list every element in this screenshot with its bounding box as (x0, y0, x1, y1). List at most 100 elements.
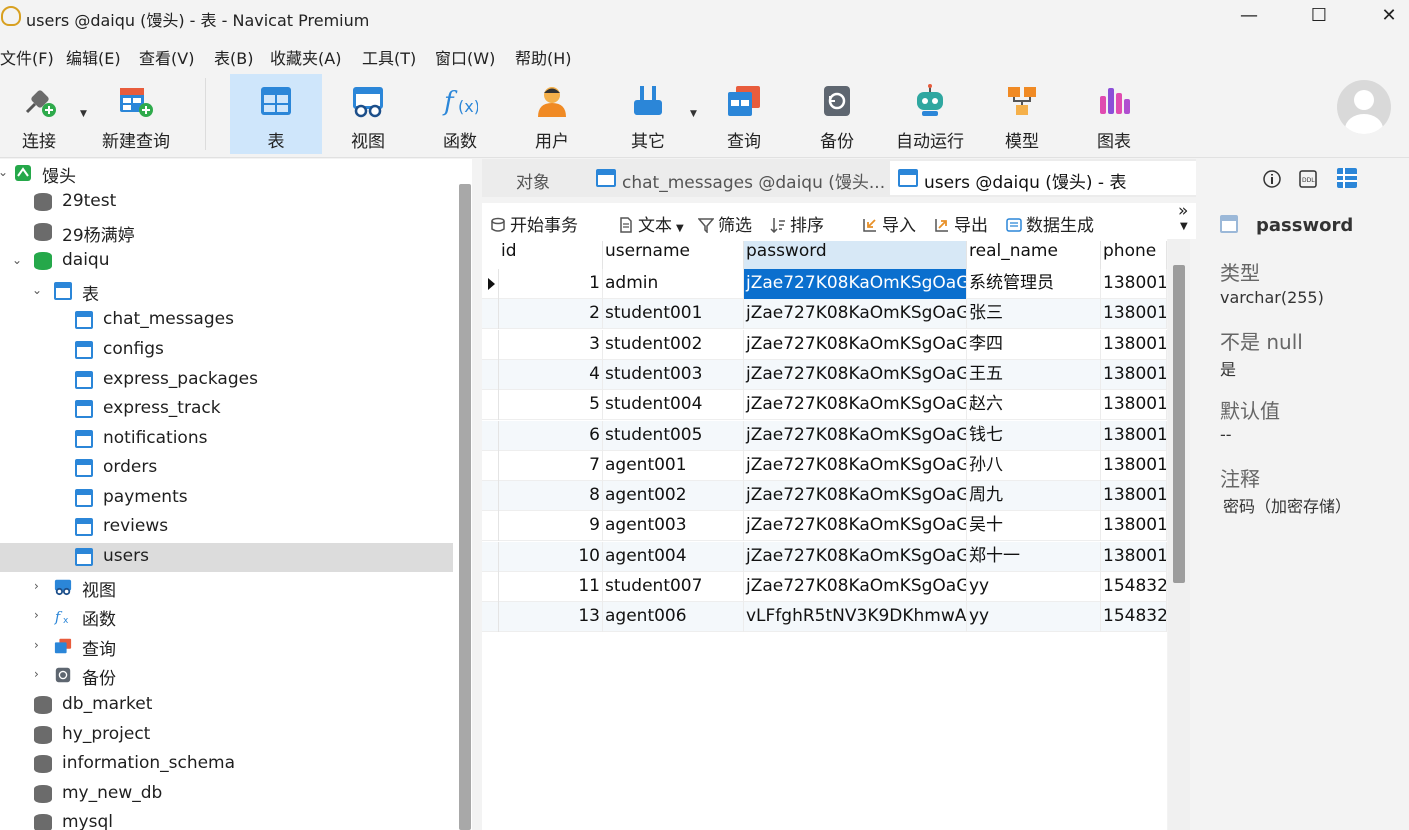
row-selector[interactable] (482, 450, 499, 481)
tree-database[interactable]: my_new_db (0, 780, 453, 809)
chevron-right-icon[interactable]: › (34, 608, 39, 622)
other-dropdown-arrow[interactable]: ▼ (690, 109, 697, 119)
cell-id[interactable]: 10 (499, 541, 603, 572)
text-view-button[interactable]: 文本 ▼ (618, 211, 684, 236)
cell-username[interactable]: student007 (603, 572, 744, 602)
cell-id[interactable]: 13 (499, 602, 603, 633)
cell-password[interactable]: jZae727K08KaOmKSgOaG (744, 299, 967, 330)
cell-password[interactable]: jZae727K08KaOmKSgOaG (744, 329, 967, 360)
autorun-button[interactable]: 自动运行 (884, 74, 976, 154)
grid-layout-icon[interactable] (1336, 167, 1358, 189)
row-selector[interactable] (482, 299, 499, 330)
cell-real-name[interactable]: 王五 (967, 359, 1101, 390)
tree-table-item[interactable]: reviews (0, 513, 453, 542)
tree-table-item[interactable]: express_track (0, 395, 453, 424)
column-header-id[interactable]: id (499, 241, 603, 269)
tree-functions-group[interactable]: › fx 函数 (0, 602, 453, 631)
cell-username[interactable]: agent006 (603, 602, 744, 633)
row-selector[interactable] (482, 420, 499, 451)
cell-real-name[interactable]: 吴十 (967, 511, 1101, 542)
cell-phone[interactable]: 138001 (1101, 269, 1167, 299)
cell-real-name[interactable]: 系统管理员 (967, 269, 1101, 299)
connect-button[interactable]: 连接 (0, 74, 78, 154)
cell-password[interactable]: jZae727K08KaOmKSgOaG (744, 450, 967, 481)
tree-database[interactable]: information_schema (0, 750, 453, 779)
cell-password[interactable]: jZae727K08KaOmKSgOaG (744, 390, 967, 421)
tree-table-item-selected[interactable]: users (0, 543, 453, 572)
cell-id[interactable]: 1 (499, 269, 603, 299)
chevron-right-icon[interactable]: › (34, 667, 39, 681)
cell-id[interactable]: 8 (499, 481, 603, 512)
more-tools-button[interactable]: » (1178, 201, 1188, 221)
row-selector[interactable] (482, 269, 499, 299)
row-selector[interactable] (482, 481, 499, 512)
column-header-username[interactable]: username (603, 241, 744, 269)
grid-scrollbar-thumb[interactable] (1173, 265, 1185, 583)
cell-real-name[interactable]: 钱七 (967, 420, 1101, 451)
sidebar-scrollbar[interactable] (459, 184, 471, 830)
connect-dropdown-arrow[interactable]: ▼ (80, 109, 87, 119)
cell-id[interactable]: 4 (499, 359, 603, 390)
cell-real-name[interactable]: 李四 (967, 329, 1101, 360)
table-row[interactable]: 1 admin jZae727K08KaOmKSgOaG 系统管理员 138001 (482, 269, 1167, 299)
column-header-phone[interactable]: phone (1101, 241, 1167, 269)
table-row[interactable]: 5 student004 jZae727K08KaOmKSgOaG 赵六 138001 (482, 390, 1167, 421)
table-row[interactable]: 4 student003 jZae727K08KaOmKSgOaG 王五 138001 (482, 359, 1167, 390)
cell-phone[interactable]: 138001 (1101, 450, 1167, 481)
cell-phone[interactable]: 138001 (1101, 359, 1167, 390)
cell-id[interactable]: 9 (499, 511, 603, 542)
row-selector[interactable] (482, 541, 499, 572)
cell-username[interactable]: student001 (603, 299, 744, 330)
info-icon[interactable] (1262, 169, 1282, 189)
chevron-down-icon[interactable]: ⌄ (12, 253, 22, 267)
tree-connection[interactable]: ⌄ 馒头 (0, 159, 453, 188)
maximize-button[interactable]: ☐ (1296, 2, 1342, 32)
row-selector[interactable] (482, 329, 499, 360)
table-button[interactable]: 表 (230, 74, 322, 154)
cell-id[interactable]: 6 (499, 420, 603, 451)
backup-button[interactable]: 备份 (792, 74, 882, 154)
cell-username[interactable]: student002 (603, 329, 744, 360)
row-selector[interactable] (482, 572, 499, 602)
model-button[interactable]: 模型 (978, 74, 1066, 154)
cell-id[interactable]: 7 (499, 450, 603, 481)
cell-id[interactable]: 11 (499, 572, 603, 602)
tree-backups-group[interactable]: › 备份 (0, 661, 453, 690)
filter-button[interactable]: 筛选 (698, 211, 752, 236)
cell-password[interactable]: jZae727K08KaOmKSgOaG (744, 541, 967, 572)
tree-tables-group[interactable]: ⌄ 表 (0, 277, 453, 306)
function-button[interactable]: f (x) 函数 (416, 74, 504, 154)
column-header-password[interactable]: password (744, 241, 967, 269)
tree-database[interactable]: db_market (0, 691, 453, 720)
table-row[interactable]: 2 student001 jZae727K08KaOmKSgOaG 张三 138001 (482, 299, 1167, 330)
column-header-real-name[interactable]: real_name (967, 241, 1101, 269)
menu-table[interactable]: 表(B) (214, 45, 253, 69)
tree-table-item[interactable]: notifications (0, 425, 453, 454)
new-query-button[interactable]: 新建查询 (96, 74, 176, 154)
table-row[interactable]: 9 agent003 jZae727K08KaOmKSgOaG 吴十 138001 (482, 511, 1167, 542)
cell-phone[interactable]: 154832 (1101, 602, 1167, 633)
cell-username[interactable]: student003 (603, 359, 744, 390)
cell-phone[interactable]: 138001 (1101, 541, 1167, 572)
cell-password[interactable]: jZae727K08KaOmKSgOaG (744, 572, 967, 602)
cell-real-name[interactable]: 郑十一 (967, 541, 1101, 572)
user-button[interactable]: 用户 (508, 74, 596, 154)
chevron-down-icon[interactable]: ▼ (1180, 221, 1188, 232)
tree-table-item[interactable]: chat_messages (0, 306, 453, 335)
cell-phone[interactable]: 154832 (1101, 572, 1167, 602)
cell-password[interactable]: jZae727K08KaOmKSgOaG (744, 511, 967, 542)
table-row[interactable]: 6 student005 jZae727K08KaOmKSgOaG 钱七 138001 (482, 420, 1167, 451)
menu-favorites[interactable]: 收藏夹(A) (270, 45, 341, 69)
table-row[interactable]: 8 agent002 jZae727K08KaOmKSgOaG 周九 138001 (482, 481, 1167, 512)
row-selector[interactable] (482, 602, 499, 633)
begin-transaction-button[interactable]: 开始事务 (490, 211, 578, 236)
minimize-button[interactable]: — (1226, 2, 1272, 32)
tree-table-item[interactable]: express_packages (0, 366, 453, 395)
cell-username[interactable]: agent001 (603, 450, 744, 481)
cell-username[interactable]: student005 (603, 420, 744, 451)
cell-username[interactable]: agent003 (603, 511, 744, 542)
cell-id[interactable]: 5 (499, 390, 603, 421)
close-button[interactable]: ✕ (1366, 2, 1409, 32)
cell-real-name[interactable]: 周九 (967, 481, 1101, 512)
cell-real-name[interactable]: 赵六 (967, 390, 1101, 421)
